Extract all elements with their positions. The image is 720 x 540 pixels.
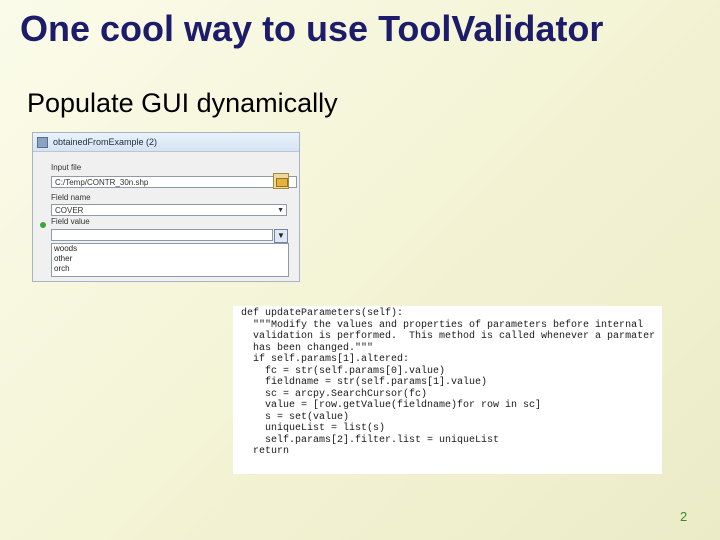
list-item[interactable]: orch	[54, 264, 288, 274]
code-line: validation is performed. This method is …	[241, 331, 656, 342]
chevron-down-icon: ▼	[277, 231, 285, 240]
field-name-value: COVER	[55, 206, 84, 215]
code-line: self.params[2].filter.list = uniqueList	[241, 434, 500, 446]
code-line: value = [row.getValue(fieldname)for row …	[241, 400, 542, 411]
list-item[interactable]: other	[54, 254, 288, 264]
code-line: """Modify the values and properties of p…	[241, 319, 644, 331]
code-line: s = set(value)	[241, 411, 350, 423]
slide-number: 2	[680, 509, 688, 524]
code-line: def updateParameters(self):	[241, 308, 404, 319]
code-line: sc = arcpy.SearchCursor(fc)	[241, 388, 428, 400]
code-line: fieldname = str(self.params[1].value)	[241, 377, 488, 388]
field-name-dropdown[interactable]: COVER ▼	[51, 204, 287, 216]
bullet-text: Populate GUI dynamically	[27, 88, 338, 118]
browse-button[interactable]	[273, 173, 289, 189]
dialog-title: obtainedFromExample (2)	[53, 137, 158, 147]
value-list-popup: woods other orch	[51, 243, 289, 277]
list-item[interactable]: woods	[54, 244, 288, 254]
input-file-label: Input file	[51, 163, 82, 172]
code-line: return	[241, 446, 290, 457]
chevron-down-icon: ▼	[277, 207, 284, 214]
slide-title: One cool way to use ToolValidator	[20, 8, 604, 49]
code-line: if self.params[1].altered:	[241, 354, 410, 365]
folder-icon	[276, 178, 288, 187]
field-name-label: Field name	[51, 193, 91, 202]
field-value-label: Field value	[51, 217, 90, 226]
input-file-field[interactable]: C:/Temp/CONTR_30n.shp	[51, 176, 297, 188]
field-value-dropdown-button[interactable]: ▼	[274, 229, 288, 243]
code-line: fc = str(self.params[0].value)	[241, 365, 446, 377]
tool-icon	[37, 136, 48, 148]
code-line: has been changed."""	[241, 342, 374, 354]
tool-dialog-screenshot: obtainedFromExample (2) Input file C:/Te…	[32, 132, 300, 282]
field-value-input[interactable]	[51, 229, 273, 241]
dialog-titlebar: obtainedFromExample (2)	[33, 133, 299, 152]
code-line: uniqueList = list(s)	[241, 423, 386, 434]
code-screenshot: def updateParameters(self): """Modify th…	[233, 306, 662, 474]
required-dot-icon	[40, 222, 46, 228]
